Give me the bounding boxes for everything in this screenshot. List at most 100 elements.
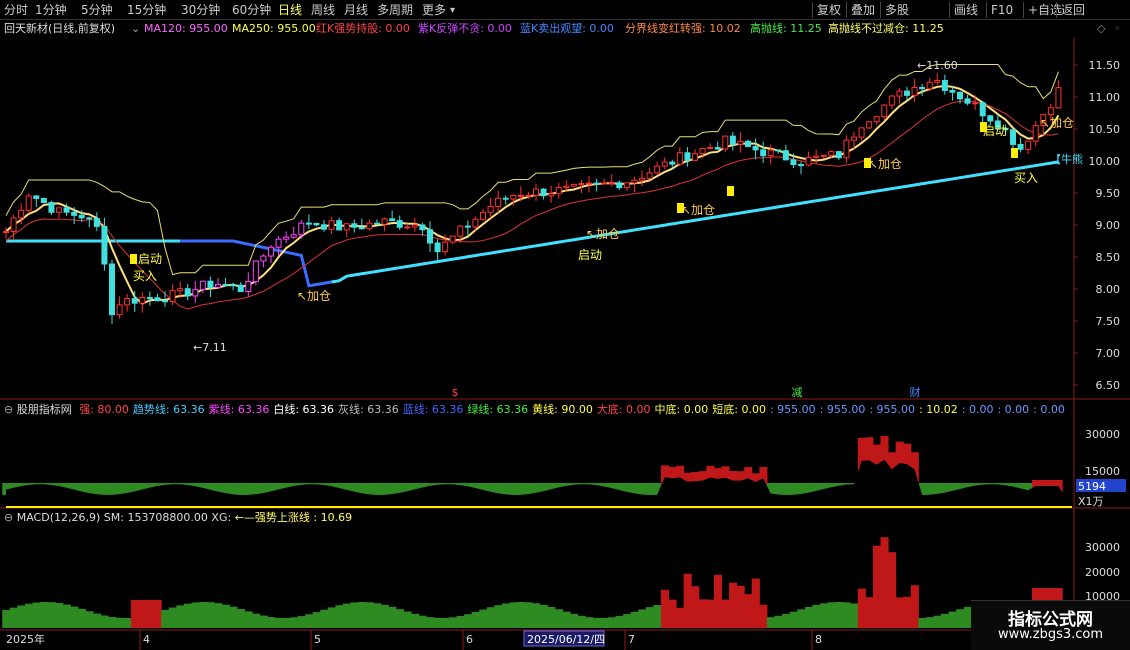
event-marker-dividend: $ [452, 386, 459, 399]
support-line [5, 100, 1059, 310]
candle-body [33, 195, 40, 199]
ind2-bar [183, 603, 192, 628]
candle-body [487, 206, 494, 213]
ind2-bar [358, 602, 367, 628]
candle-body [684, 152, 691, 161]
ind2-bar [698, 599, 707, 628]
candle-body [305, 222, 312, 225]
candle-body [578, 183, 585, 186]
candle-body [290, 234, 297, 238]
candle-body [230, 284, 237, 287]
ind2-bar [176, 605, 185, 628]
ind2-bar [615, 615, 624, 628]
ind2-bar [895, 597, 904, 628]
candle-body [972, 102, 979, 105]
candle-body [533, 188, 539, 196]
candle-body [835, 151, 842, 159]
candle-body [252, 260, 259, 283]
candle-body [343, 223, 350, 231]
ind2-bar [108, 616, 117, 628]
ind2-bar [327, 607, 336, 628]
candle-body [760, 149, 767, 157]
ind1-axis-label: 15000 [1085, 465, 1120, 478]
candle-body [48, 202, 55, 213]
price-tick-label: 10.00 [1089, 155, 1121, 168]
price-tick-label: 8.50 [1096, 251, 1121, 264]
candle-body [472, 218, 479, 228]
high-price-label: ←11.60 [917, 59, 958, 72]
price-tick-label: 8.00 [1096, 283, 1121, 296]
candle-body [540, 188, 547, 197]
ind2-bar [918, 617, 927, 628]
ind2-bar [645, 607, 654, 628]
candle-body [714, 147, 721, 150]
ind2-bar [638, 609, 647, 628]
ind2-bar [819, 603, 828, 628]
add-position-label: ↖加仓 [868, 157, 902, 171]
candle-body [154, 297, 161, 302]
price-tick-label: 6.50 [1096, 379, 1121, 392]
add-position-label: ↖加仓 [586, 227, 620, 241]
candle-body [873, 116, 880, 123]
ind1-bar [108, 483, 117, 495]
ind2-bar [130, 600, 139, 628]
ind2-bar [872, 545, 881, 628]
buy-signal-label: 买入 [1014, 171, 1038, 185]
ind2-bar [138, 600, 147, 628]
ind1-bar [115, 483, 124, 495]
ind1-bar [373, 483, 382, 495]
ind2-bar [577, 615, 586, 628]
ind2-bar [925, 617, 934, 628]
signal-marker [727, 186, 734, 196]
candle-body [131, 298, 138, 304]
price-tick-label: 10.50 [1089, 123, 1121, 136]
candle-body [396, 220, 403, 228]
candle-body [601, 182, 608, 185]
candle-body [722, 135, 729, 150]
ind1-bar [252, 483, 261, 495]
ind2-bar [289, 617, 298, 628]
candle-body [949, 90, 956, 93]
candle-body [25, 195, 32, 211]
candle-body [464, 225, 471, 228]
candle-body [510, 195, 517, 200]
ind2-bar [123, 617, 132, 628]
ind2-bar [433, 617, 442, 628]
candle-body [313, 223, 320, 226]
ind2-bar [941, 613, 950, 628]
candle-body [56, 207, 62, 213]
kline-chart-canvas[interactable]: 11.50 11.00 10.50 10.00 9.50 9.00 8.50 8.00 7.50… [0, 0, 1130, 650]
ind1-bar [100, 483, 109, 495]
ind2-bar [350, 602, 359, 628]
ind1-unit-label: X1万 [1078, 495, 1104, 508]
ind1-badge-value: 5194 [1078, 480, 1106, 493]
candle-body [63, 207, 70, 213]
ind2-bar [600, 617, 609, 628]
candle-body [676, 152, 683, 165]
candle-body [987, 115, 994, 122]
candle-body [548, 193, 555, 197]
candle-body [699, 147, 706, 155]
ind1-bar [93, 483, 102, 495]
ind2-bar [221, 604, 230, 628]
candle-body [381, 218, 388, 225]
ind2-bar [236, 609, 245, 628]
ind2-bar [312, 612, 321, 628]
ind2-bar [888, 552, 897, 628]
ind2-bar [759, 604, 768, 628]
ind2-bar [774, 615, 783, 628]
candle-body [116, 304, 123, 316]
candle-body [866, 121, 873, 129]
ind2-bar [660, 589, 669, 628]
ind2-bar [93, 613, 102, 628]
ind2-bar [267, 617, 276, 628]
candle-body [767, 149, 774, 157]
candle-body [389, 218, 396, 222]
date-axis-month: 8 [815, 633, 822, 646]
candle-body [934, 79, 941, 83]
ind2-bar [153, 600, 162, 628]
price-tick-label: 9.00 [1096, 219, 1121, 232]
date-cursor-label: 2025/06/12/四 [527, 633, 605, 646]
ind2-axis-label: 30000 [1085, 541, 1120, 554]
ind2-bar [789, 611, 798, 628]
